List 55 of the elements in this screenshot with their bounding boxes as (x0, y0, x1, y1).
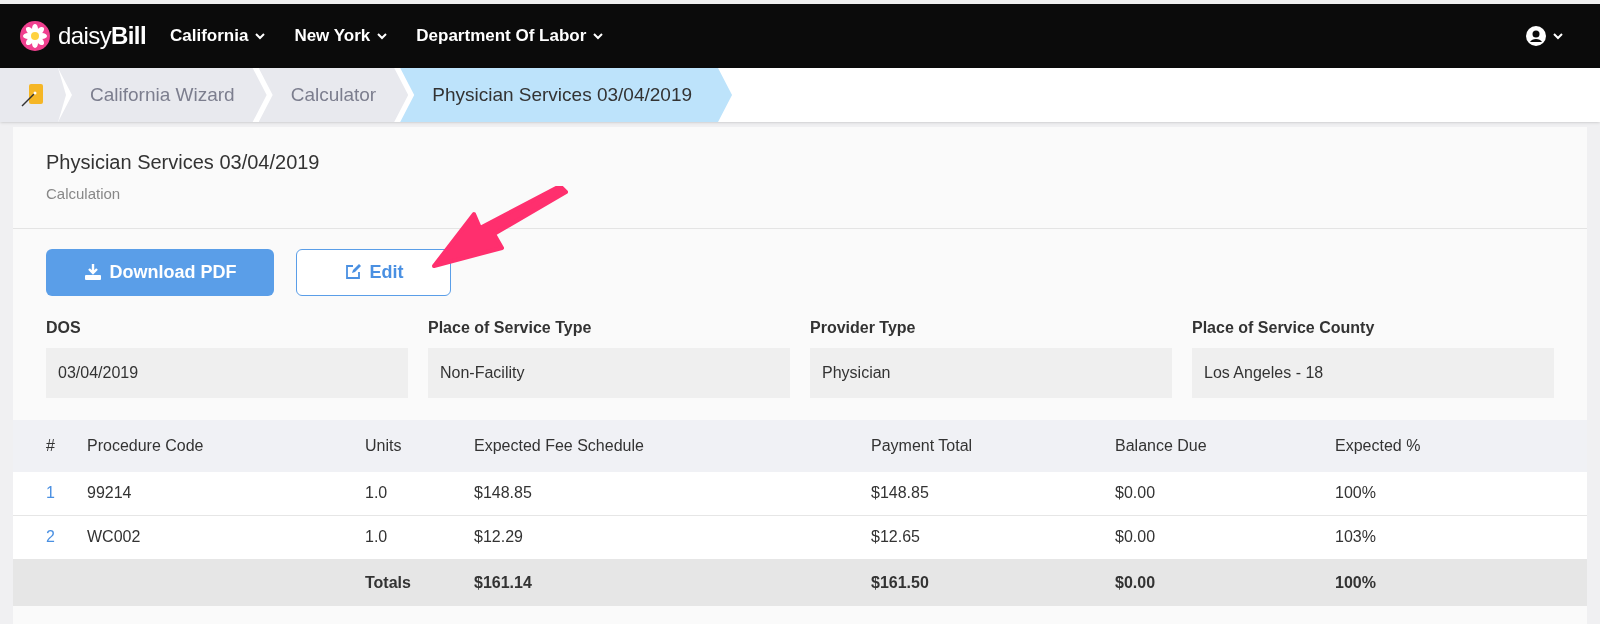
breadcrumb-item[interactable]: California Wizard (58, 68, 267, 122)
field-label: DOS (46, 317, 82, 338)
field-label: Place of Service County (1192, 317, 1376, 338)
table-cell-text: $0.00 (1115, 527, 1157, 547)
column-header: # (46, 435, 56, 456)
chevron-down-icon (592, 32, 605, 40)
row-number-link[interactable]: 1 (46, 481, 55, 505)
download-pdf-button[interactable]: Download PDF (46, 248, 274, 296)
column-header: Expected % (1335, 435, 1422, 456)
column-header: Procedure Code (87, 435, 205, 456)
user-menu-button[interactable] (1526, 26, 1564, 46)
chevron-down-icon (1552, 32, 1564, 40)
breadcrumb-item[interactable]: Physician Services 03/04/2019 (400, 68, 733, 122)
totals-label: Totals (365, 572, 412, 593)
nav-menu[interactable]: Department Of Labor (416, 23, 605, 49)
nav-menu[interactable]: California (169, 23, 267, 49)
chevron-down-icon (376, 32, 389, 40)
page-subtitle: Calculation (46, 184, 122, 204)
field-label: Provider Type (810, 317, 917, 338)
breadcrumb-item[interactable]: Calculator (258, 68, 409, 122)
table-cell-text: $0.00 (1115, 483, 1157, 503)
column-header: Units (365, 435, 403, 456)
column-header: Balance Due (1115, 435, 1208, 456)
totals-cell-text: $0.00 (1115, 572, 1157, 593)
field-value: Physician (810, 347, 1172, 398)
table-cell-text: $148.85 (871, 483, 930, 503)
edit-button[interactable]: Edit (296, 248, 451, 296)
field-label: Place of Service Type (428, 317, 593, 338)
user-avatar-icon (1526, 26, 1546, 46)
wand-note-icon (20, 82, 46, 108)
table-cell-text: $148.85 (474, 483, 533, 503)
field-value: Los Angeles - 18 (1192, 347, 1554, 398)
row-number-link[interactable]: 2 (46, 525, 55, 549)
field-value: 03/04/2019 (46, 347, 408, 398)
table-cell-text: 1.0 (365, 483, 389, 503)
totals-cell-text: $161.14 (474, 572, 533, 593)
table-cell-text: 99214 (87, 483, 133, 503)
column-header: Payment Total (871, 435, 974, 456)
chevron-down-icon (254, 32, 267, 40)
flower-logo-icon (20, 21, 50, 51)
totals-cell-text: $161.50 (871, 572, 930, 593)
table-cell-text: 1.0 (365, 527, 389, 547)
table-cell-text: 100% (1335, 483, 1377, 503)
totals-cell-text: 100% (1335, 572, 1377, 593)
page-title: Physician Services 03/04/2019 (46, 150, 321, 175)
table-cell-text: $12.65 (871, 527, 921, 547)
logo-text[interactable]: daisyBill (58, 18, 146, 54)
table-cell-text: 103% (1335, 527, 1377, 547)
edit-icon (343, 263, 362, 281)
field-value: Non-Facility (428, 347, 790, 398)
table-cell-text: $12.29 (474, 527, 524, 547)
download-icon (83, 263, 102, 281)
nav-menu[interactable]: New York (294, 23, 389, 49)
column-header: Expected Fee Schedule (474, 435, 645, 456)
table-cell-text: WC002 (87, 527, 142, 547)
